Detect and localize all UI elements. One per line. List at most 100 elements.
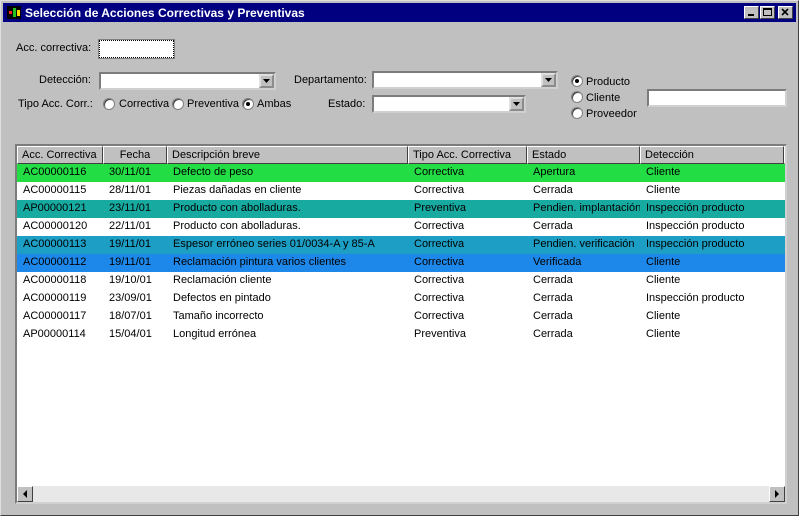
departamento-label: Departamento: bbox=[294, 74, 367, 86]
table-cell: Producto con abolladuras. bbox=[173, 220, 301, 232]
table-cell: F bbox=[784, 202, 785, 214]
table-row[interactable]: AC00000120 22/11/01 Producto con abolladur… bbox=[17, 218, 785, 236]
table-row[interactable]: AC00000117 18/07/01 Tamaño incorrecto Corre… bbox=[17, 308, 785, 326]
table-cell: Cliente bbox=[646, 184, 681, 196]
table-cell: Verificada bbox=[533, 256, 582, 268]
table-cell: Cerrada bbox=[533, 220, 573, 232]
table-cell: F bbox=[784, 220, 785, 232]
radio-ambas[interactable] bbox=[242, 98, 254, 110]
app-icon bbox=[7, 6, 21, 19]
chevron-down-icon bbox=[263, 79, 270, 83]
acc-correctiva-input[interactable] bbox=[98, 39, 175, 59]
table-cell: Apertura bbox=[533, 166, 576, 178]
radio-preventiva-label[interactable]: Preventiva bbox=[187, 98, 239, 110]
radio-correctiva-label[interactable]: Correctiva bbox=[119, 98, 169, 110]
origen-input[interactable] bbox=[647, 89, 787, 107]
table-cell: Pendien. implantación bbox=[533, 202, 640, 214]
radio-producto[interactable] bbox=[571, 75, 583, 87]
table-cell: 18/07/01 bbox=[109, 310, 152, 322]
table-row[interactable]: AP00000114 15/04/01 Longitud errónea Preven… bbox=[17, 326, 785, 344]
tipo-label: Tipo Acc. Corr.: bbox=[18, 98, 93, 110]
scroll-left-button[interactable] bbox=[17, 486, 33, 502]
table-cell: Cerrada bbox=[533, 328, 573, 340]
table-cell: 15/04/01 bbox=[109, 328, 152, 340]
table-cell: V bbox=[784, 328, 785, 340]
table-row[interactable]: AC00000115 28/11/01 Piezas dañadas en clie… bbox=[17, 182, 785, 200]
table-cell: Cerrada bbox=[533, 310, 573, 322]
column-header[interactable] bbox=[784, 146, 785, 164]
title-bar[interactable]: Selección de Acciones Correctivas y Prev… bbox=[3, 3, 796, 22]
table-row[interactable]: AC00000112 19/11/01 Reclamación pintura va… bbox=[17, 254, 785, 272]
table-cell: V bbox=[784, 292, 785, 304]
radio-proveedor-label[interactable]: Proveedor bbox=[586, 108, 637, 120]
table-cell: 19/11/01 bbox=[109, 238, 152, 250]
table-cell: Inspección producto bbox=[646, 238, 745, 250]
radio-proveedor[interactable] bbox=[571, 107, 583, 119]
table-cell: 23/11/01 bbox=[109, 202, 152, 214]
deteccion-label: Detección: bbox=[39, 74, 91, 86]
table-cell: AC00000112 bbox=[23, 256, 87, 268]
radio-preventiva[interactable] bbox=[172, 98, 184, 110]
column-header[interactable]: Descripción breve bbox=[167, 146, 408, 164]
table-cell: Correctiva bbox=[414, 310, 465, 322]
close-icon bbox=[781, 8, 789, 16]
table-cell: Tamaño incorrecto bbox=[173, 310, 264, 322]
column-header[interactable]: Estado bbox=[527, 146, 640, 164]
radio-cliente-label[interactable]: Cliente bbox=[586, 92, 620, 104]
results-grid[interactable]: Acc. Correctiva Fecha Descripción breve … bbox=[15, 144, 787, 504]
table-cell: Espesor erróneo series 01/0034-A y 85-A bbox=[173, 238, 375, 250]
estado-label: Estado: bbox=[328, 98, 366, 110]
table-cell: F bbox=[784, 238, 785, 250]
table-cell: Correctiva bbox=[414, 238, 465, 250]
table-cell: AP00000114 bbox=[23, 328, 86, 340]
departamento-combo[interactable] bbox=[372, 71, 558, 89]
radio-cliente[interactable] bbox=[571, 91, 583, 103]
estado-combo[interactable] bbox=[372, 95, 526, 113]
table-cell: Preventiva bbox=[414, 328, 466, 340]
table-cell: Inspección producto bbox=[646, 202, 745, 214]
horizontal-scrollbar[interactable] bbox=[17, 486, 785, 502]
table-cell: 28/11/01 bbox=[109, 184, 152, 196]
maximize-icon bbox=[763, 8, 772, 16]
chevron-down-icon bbox=[513, 102, 520, 106]
maximize-button[interactable] bbox=[760, 6, 775, 19]
window-title: Selección de Acciones Correctivas y Prev… bbox=[25, 6, 305, 20]
table-row[interactable]: AP00000121 23/11/01 Producto con abolladur… bbox=[17, 200, 785, 218]
table-row[interactable]: AC00000118 19/10/01 Reclamación cliente Cor… bbox=[17, 272, 785, 290]
radio-correctiva[interactable] bbox=[103, 98, 115, 110]
deteccion-dropdown-button[interactable] bbox=[259, 74, 274, 88]
scroll-right-button[interactable] bbox=[769, 486, 785, 502]
column-header[interactable]: Detección bbox=[640, 146, 784, 164]
table-cell: Defecto de peso bbox=[173, 166, 254, 178]
column-header[interactable]: Fecha bbox=[103, 146, 167, 164]
table-cell: 22/11/01 bbox=[109, 220, 152, 232]
table-row[interactable]: AC00000113 19/11/01 Espesor erróneo series… bbox=[17, 236, 785, 254]
table-row[interactable]: AC00000119 23/09/01 Defectos en pintado Cor… bbox=[17, 290, 785, 308]
table-cell: Correctiva bbox=[414, 292, 465, 304]
column-header[interactable]: Acc. Correctiva bbox=[17, 146, 103, 164]
table-cell: AC00000119 bbox=[23, 292, 87, 304]
table-cell: V bbox=[784, 256, 785, 268]
close-button[interactable] bbox=[778, 6, 793, 19]
table-cell: Inspección producto bbox=[646, 292, 745, 304]
minimize-button[interactable] bbox=[744, 6, 759, 19]
estado-dropdown-button[interactable] bbox=[509, 97, 524, 111]
departamento-dropdown-button[interactable] bbox=[541, 73, 556, 87]
table-row[interactable]: AC00000116 30/11/01 Defecto de peso Correct… bbox=[17, 164, 785, 182]
deteccion-combo[interactable] bbox=[99, 72, 276, 90]
radio-ambas-label[interactable]: Ambas bbox=[257, 98, 291, 110]
radio-producto-label[interactable]: Producto bbox=[586, 76, 630, 88]
table-cell: AP00000121 bbox=[23, 202, 87, 214]
table-cell: AC00000120 bbox=[23, 220, 88, 232]
column-header[interactable]: Tipo Acc. Correctiva bbox=[408, 146, 527, 164]
table-cell: AC00000115 bbox=[23, 184, 87, 196]
table-cell: Cliente bbox=[646, 274, 681, 286]
table-cell: V bbox=[784, 274, 785, 286]
table-cell: Inspección producto bbox=[646, 220, 745, 232]
table-cell: V bbox=[784, 166, 785, 178]
table-cell: Longitud errónea bbox=[173, 328, 257, 340]
table-cell: 19/10/01 bbox=[109, 274, 152, 286]
table-cell: Reclamación cliente bbox=[173, 274, 272, 286]
table-cell: Pendien. verificación bbox=[533, 238, 635, 250]
table-cell: Piezas dañadas en cliente bbox=[173, 184, 302, 196]
